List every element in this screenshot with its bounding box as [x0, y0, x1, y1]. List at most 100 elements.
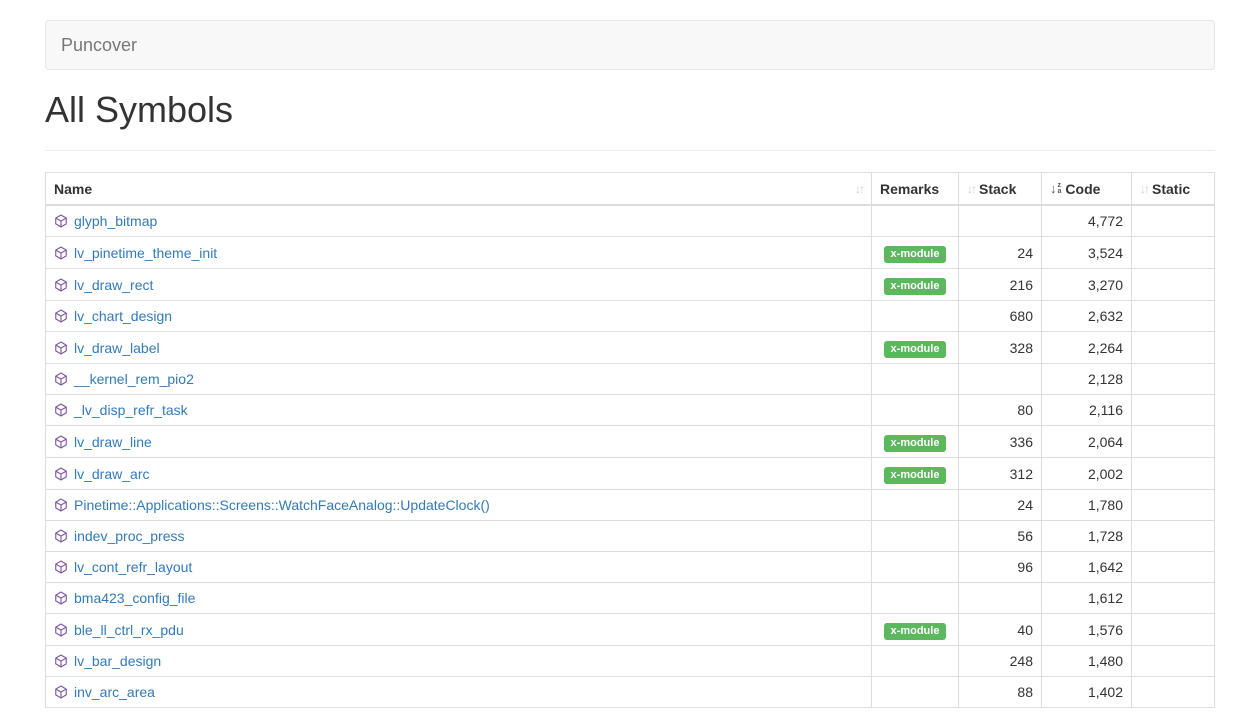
- table-row: lv_chart_design 680 2,632: [46, 301, 1215, 332]
- main-container: Puncover All Symbols Name Remarks: [45, 20, 1215, 708]
- cube-icon: [54, 309, 68, 323]
- symbol-link[interactable]: glyph_bitmap: [74, 211, 157, 231]
- column-header-stack[interactable]: Stack: [959, 173, 1042, 206]
- code-cell: 2,128: [1042, 364, 1132, 395]
- symbol-link[interactable]: ble_ll_ctrl_rx_pdu: [74, 620, 184, 640]
- stack-cell: 24: [959, 490, 1042, 521]
- remarks-cell: x-module: [872, 237, 959, 269]
- column-label-name: Name: [54, 179, 92, 199]
- column-header-remarks[interactable]: Remarks: [872, 173, 959, 206]
- symbol-name-cell: glyph_bitmap: [46, 205, 872, 237]
- symbol-name-cell: lv_cont_refr_layout: [46, 552, 872, 583]
- symbol-link[interactable]: lv_chart_design: [74, 306, 172, 326]
- static-cell: [1132, 458, 1215, 490]
- table-row: lv_draw_line x-module 336 2,064: [46, 426, 1215, 458]
- code-cell: 2,116: [1042, 395, 1132, 426]
- column-label-remarks: Remarks: [880, 179, 939, 199]
- navbar-brand-link[interactable]: Puncover: [46, 21, 152, 69]
- column-header-static[interactable]: Static: [1132, 173, 1215, 206]
- table-row: glyph_bitmap 4,772: [46, 205, 1215, 237]
- symbol-name-cell: lv_draw_line: [46, 426, 872, 458]
- symbol-link[interactable]: inv_arc_area: [74, 682, 155, 702]
- static-cell: [1132, 395, 1215, 426]
- page-header: All Symbols: [45, 90, 1215, 151]
- symbol-link[interactable]: Pinetime::Applications::Screens::WatchFa…: [74, 495, 490, 515]
- column-header-name[interactable]: Name: [46, 173, 872, 206]
- x-module-badge: x-module: [884, 341, 947, 358]
- remarks-cell: x-module: [872, 458, 959, 490]
- static-cell: [1132, 552, 1215, 583]
- static-cell: [1132, 237, 1215, 269]
- static-cell: [1132, 490, 1215, 521]
- cube-icon: [54, 654, 68, 668]
- remarks-cell: [872, 646, 959, 677]
- symbol-link[interactable]: indev_proc_press: [74, 526, 185, 546]
- table-row: lv_cont_refr_layout 96 1,642: [46, 552, 1215, 583]
- remarks-cell: [872, 364, 959, 395]
- symbol-link[interactable]: lv_draw_arc: [74, 464, 149, 484]
- symbol-link[interactable]: lv_bar_design: [74, 651, 161, 671]
- symbol-name-cell: bma423_config_file: [46, 583, 872, 614]
- cube-icon: [54, 685, 68, 699]
- column-header-code[interactable]: ↓ z a Code: [1042, 173, 1132, 206]
- symbol-name-cell: lv_pinetime_theme_init: [46, 237, 872, 269]
- symbol-link[interactable]: lv_draw_label: [74, 338, 160, 358]
- sort-descending-icon: ↓ z a: [1050, 179, 1061, 199]
- code-cell: 2,632: [1042, 301, 1132, 332]
- code-cell: 1,642: [1042, 552, 1132, 583]
- code-cell: 1,402: [1042, 677, 1132, 708]
- cube-icon: [54, 560, 68, 574]
- cube-icon: [54, 246, 68, 260]
- x-module-badge: x-module: [884, 467, 947, 484]
- code-cell: 2,002: [1042, 458, 1132, 490]
- table-row: __kernel_rem_pio2 2,128: [46, 364, 1215, 395]
- code-cell: 1,780: [1042, 490, 1132, 521]
- table-row: lv_draw_rect x-module 216 3,270: [46, 269, 1215, 301]
- symbol-link[interactable]: bma423_config_file: [74, 588, 195, 608]
- symbol-name-cell: ble_ll_ctrl_rx_pdu: [46, 614, 872, 646]
- static-cell: [1132, 269, 1215, 301]
- static-cell: [1132, 332, 1215, 364]
- symbol-link[interactable]: lv_pinetime_theme_init: [74, 243, 217, 263]
- table-row: lv_pinetime_theme_init x-module 24 3,524: [46, 237, 1215, 269]
- cube-icon: [54, 591, 68, 605]
- code-cell: 4,772: [1042, 205, 1132, 237]
- remarks-cell: [872, 301, 959, 332]
- code-cell: 2,264: [1042, 332, 1132, 364]
- stack-cell: 680: [959, 301, 1042, 332]
- stack-cell: 216: [959, 269, 1042, 301]
- code-cell: 1,728: [1042, 521, 1132, 552]
- table-row: ble_ll_ctrl_rx_pdu x-module 40 1,576: [46, 614, 1215, 646]
- remarks-cell: [872, 552, 959, 583]
- static-cell: [1132, 205, 1215, 237]
- stack-cell: 248: [959, 646, 1042, 677]
- code-cell: 3,270: [1042, 269, 1132, 301]
- symbol-name-cell: lv_draw_arc: [46, 458, 872, 490]
- table-row: bma423_config_file 1,612: [46, 583, 1215, 614]
- table-row: lv_bar_design 248 1,480: [46, 646, 1215, 677]
- symbol-name-cell: indev_proc_press: [46, 521, 872, 552]
- static-cell: [1132, 677, 1215, 708]
- code-cell: 2,064: [1042, 426, 1132, 458]
- remarks-cell: x-module: [872, 426, 959, 458]
- symbol-link[interactable]: __kernel_rem_pio2: [74, 369, 194, 389]
- symbol-link[interactable]: lv_cont_refr_layout: [74, 557, 192, 577]
- symbol-name-cell: lv_draw_rect: [46, 269, 872, 301]
- stack-cell: 88: [959, 677, 1042, 708]
- table-row: Pinetime::Applications::Screens::WatchFa…: [46, 490, 1215, 521]
- static-cell: [1132, 301, 1215, 332]
- symbol-name-cell: lv_bar_design: [46, 646, 872, 677]
- symbol-link[interactable]: lv_draw_rect: [74, 275, 153, 295]
- column-label-stack: Stack: [979, 179, 1016, 199]
- remarks-cell: x-module: [872, 269, 959, 301]
- cube-icon: [54, 403, 68, 417]
- symbol-link[interactable]: _lv_disp_refr_task: [74, 400, 188, 420]
- static-cell: [1132, 646, 1215, 677]
- table-row: _lv_disp_refr_task 80 2,116: [46, 395, 1215, 426]
- static-cell: [1132, 364, 1215, 395]
- remarks-cell: [872, 395, 959, 426]
- symbol-link[interactable]: lv_draw_line: [74, 432, 152, 452]
- page-title: All Symbols: [45, 90, 1215, 130]
- static-cell: [1132, 426, 1215, 458]
- cube-icon: [54, 435, 68, 449]
